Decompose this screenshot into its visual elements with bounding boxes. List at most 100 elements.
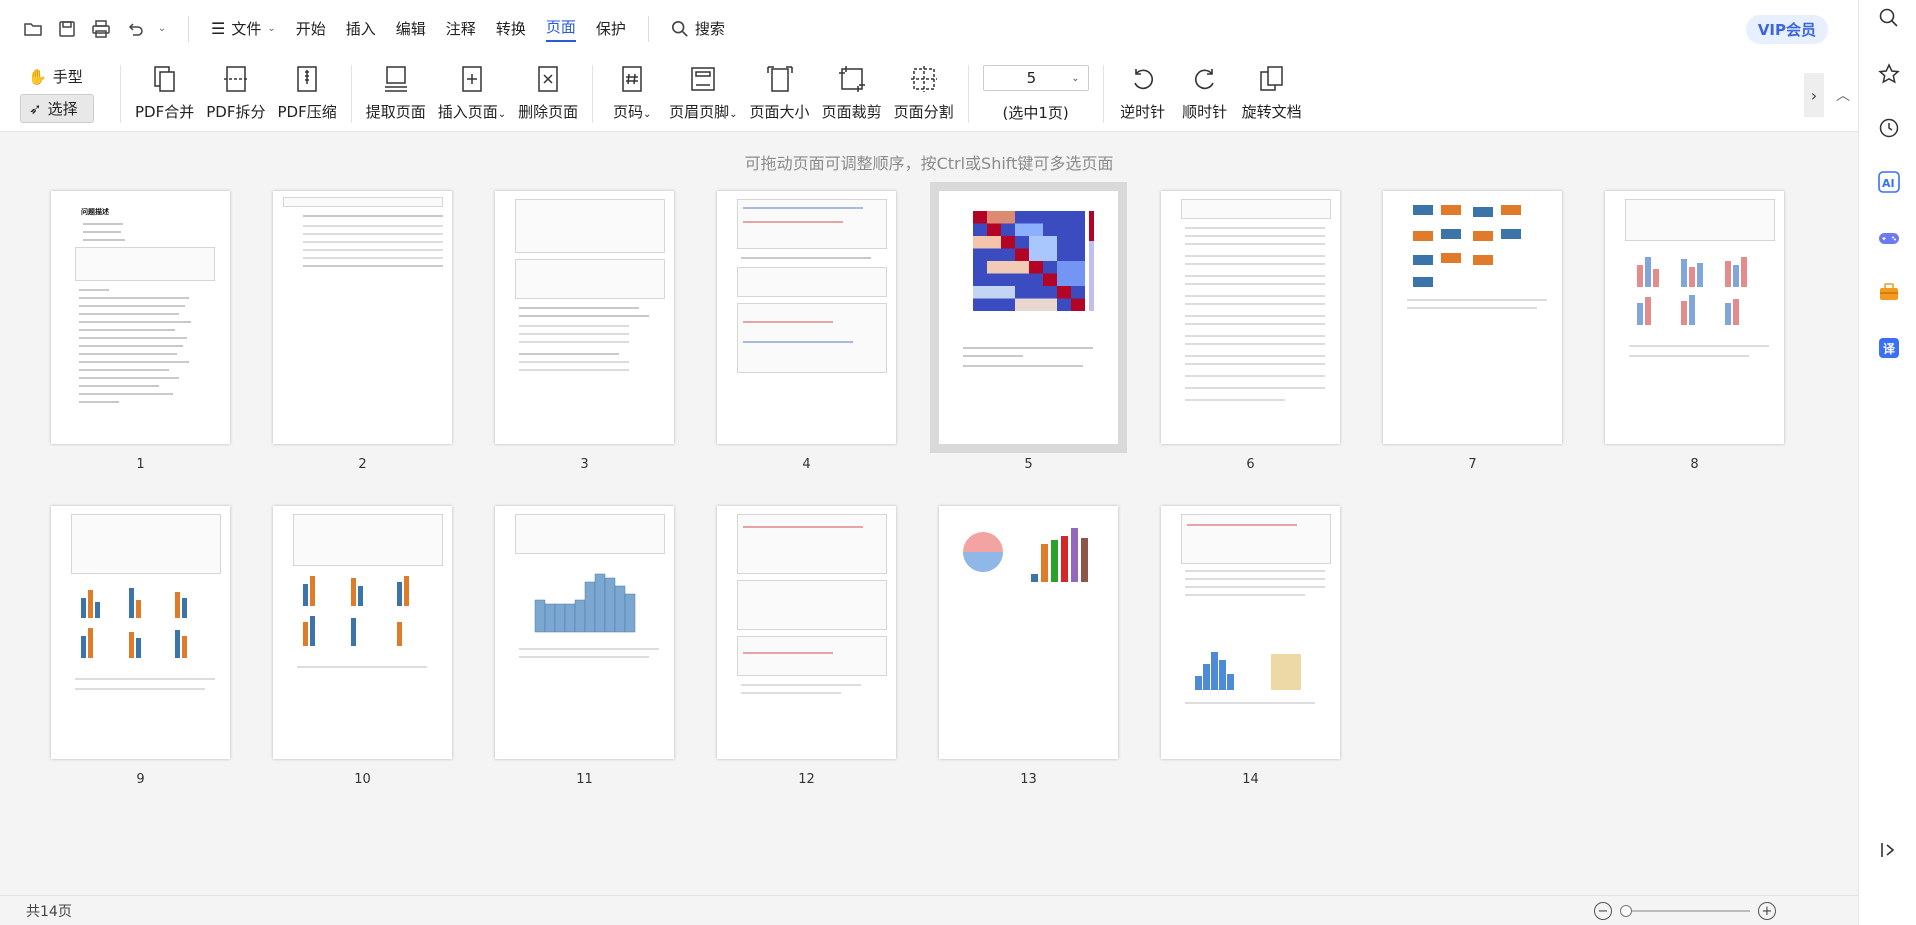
- page-number: 3: [580, 457, 589, 472]
- menu-insert[interactable]: 插入: [336, 14, 386, 44]
- ribbon-scroll-right-icon[interactable]: ›: [1804, 73, 1824, 117]
- page-number: 11: [576, 772, 593, 787]
- menu-page[interactable]: 页面: [536, 14, 586, 44]
- search-label: 搜索: [694, 20, 725, 38]
- rotate-document-icon: [1254, 61, 1290, 97]
- header-footer-icon: [685, 61, 721, 97]
- page-number: 2: [358, 457, 367, 472]
- zoom-in-icon[interactable]: +: [1758, 902, 1776, 920]
- page-number: 13: [1020, 772, 1037, 787]
- page-number: 7: [1468, 457, 1477, 472]
- page-select-dropdown[interactable]: 5 ⌄: [982, 65, 1089, 91]
- menu-edit[interactable]: 编辑: [386, 14, 436, 44]
- chevron-down-icon: ⌄: [1071, 72, 1080, 84]
- page-thumbnail[interactable]: 问题描述: [51, 191, 230, 444]
- open-folder-icon[interactable]: [20, 16, 46, 42]
- zoom-control: − +: [1594, 902, 1776, 920]
- page-thumbnail[interactable]: [51, 506, 230, 759]
- select-tool-button[interactable]: ➶ 选择: [20, 94, 94, 123]
- split-icon: [218, 61, 254, 97]
- menu-convert[interactable]: 转换: [486, 14, 536, 44]
- zoom-out-icon[interactable]: −: [1594, 902, 1612, 920]
- gamepad-icon[interactable]: [1877, 226, 1901, 250]
- extract-page-button[interactable]: 提取页面: [360, 61, 432, 122]
- page-size-icon: [762, 61, 798, 97]
- pdf-split-button[interactable]: PDF拆分: [200, 61, 271, 122]
- drag-hint: 可拖动页面可调整顺序，按Ctrl或Shift键可多选页面: [744, 154, 1114, 173]
- menu-home[interactable]: 开始: [286, 14, 336, 44]
- pdf-merge-button[interactable]: PDF合并: [129, 61, 200, 122]
- vip-button[interactable]: VIP会员: [1745, 15, 1828, 44]
- zoom-slider[interactable]: [1620, 905, 1750, 917]
- page-crop-button[interactable]: 页面裁剪: [816, 61, 888, 122]
- page-thumbnail[interactable]: [1383, 191, 1562, 444]
- pdf-compress-button[interactable]: PDF压缩: [271, 61, 342, 122]
- rotate-cw-button[interactable]: 顺时针: [1174, 61, 1236, 122]
- extract-icon: [378, 61, 414, 97]
- menu-protect[interactable]: 保护: [586, 14, 636, 44]
- page-number: 5: [1024, 457, 1033, 472]
- page-range-group: 5 ⌄ (选中1页): [977, 65, 1095, 123]
- selected-count-label: (选中1页): [1002, 104, 1069, 122]
- search-icon[interactable]: [1877, 6, 1901, 30]
- page-number: 9: [136, 772, 145, 787]
- page-thumbnail[interactable]: [273, 191, 452, 444]
- menu-file-label: 文件: [231, 20, 262, 38]
- hash-icon: [614, 61, 650, 97]
- hand-icon: ✋: [28, 67, 47, 86]
- chevron-down-icon[interactable]: ⌄: [156, 16, 168, 42]
- undo-icon[interactable]: [122, 16, 148, 42]
- bar-chart-grid-image: [303, 576, 409, 646]
- page-thumbnail[interactable]: [939, 506, 1118, 759]
- divider: [592, 65, 594, 123]
- collapse-ribbon-icon[interactable]: ︿: [1836, 85, 1850, 105]
- divider: [120, 65, 121, 123]
- rotate-document-button[interactable]: 旋转文档: [1236, 61, 1308, 122]
- expand-panel-icon[interactable]: [1877, 838, 1901, 862]
- page-thumbnail[interactable]: [717, 191, 896, 444]
- star-icon[interactable]: [1877, 62, 1901, 86]
- boxplot-grid-image: [1413, 205, 1521, 287]
- page-number: 1: [136, 457, 145, 472]
- print-icon[interactable]: [88, 16, 114, 42]
- page-size-button[interactable]: 页面大小: [744, 61, 816, 122]
- heatmap-image: [973, 211, 1094, 311]
- cursor-icon: ➶: [29, 99, 42, 118]
- page-thumbnail[interactable]: [495, 191, 674, 444]
- page-thumbnail[interactable]: [495, 506, 674, 759]
- divider: [1102, 65, 1104, 123]
- menu-annotate[interactable]: 注释: [436, 14, 486, 44]
- page-thumbnail[interactable]: [1161, 506, 1340, 759]
- page-split-button[interactable]: 页面分割: [888, 61, 960, 122]
- ai-assistant-icon[interactable]: AI: [1877, 170, 1901, 194]
- pie-and-bar-image: [963, 528, 1088, 582]
- delete-page-button[interactable]: 删除页面: [512, 61, 584, 122]
- page-thumbnail[interactable]: [273, 506, 452, 759]
- history-icon[interactable]: [1877, 116, 1901, 140]
- rotate-ccw-button[interactable]: 逆时针: [1112, 61, 1174, 122]
- page-thumbnail[interactable]: [1161, 191, 1340, 444]
- bar-chart-grid-image: [1637, 257, 1747, 325]
- page-number-button[interactable]: 页码⌄: [601, 61, 663, 122]
- toolbox-icon[interactable]: [1877, 280, 1901, 304]
- histogram-pair-image: [1195, 652, 1301, 690]
- page-ribbon: ✋ 手型 ➶ 选择 PDF合并 PDF拆分 PDF压缩 提取页面 插入页面⌄ 删…: [0, 57, 1858, 131]
- svg-text:AI: AI: [1882, 177, 1895, 190]
- page-number: 10: [354, 772, 371, 787]
- page-thumbnail-selected[interactable]: [939, 191, 1118, 444]
- hand-tool-button[interactable]: ✋ 手型: [20, 63, 94, 90]
- rotate-ccw-icon: [1125, 61, 1161, 97]
- page-number: 8: [1690, 457, 1699, 472]
- rotate-cw-icon: [1187, 61, 1223, 97]
- page-thumbnail[interactable]: [1605, 191, 1784, 444]
- chevron-down-icon: ⌄: [267, 23, 276, 34]
- page-heading: 问题描述: [81, 208, 109, 216]
- search-button[interactable]: 搜索: [661, 18, 735, 39]
- save-icon[interactable]: [54, 16, 80, 42]
- insert-page-button[interactable]: 插入页面⌄: [432, 61, 512, 122]
- translate-icon[interactable]: 译: [1877, 336, 1901, 360]
- page-thumbnail[interactable]: [717, 506, 896, 759]
- svg-text:译: 译: [1883, 342, 1896, 356]
- menu-file[interactable]: ☰ 文件 ⌄: [201, 14, 286, 44]
- header-footer-button[interactable]: 页眉页脚⌄: [663, 61, 743, 122]
